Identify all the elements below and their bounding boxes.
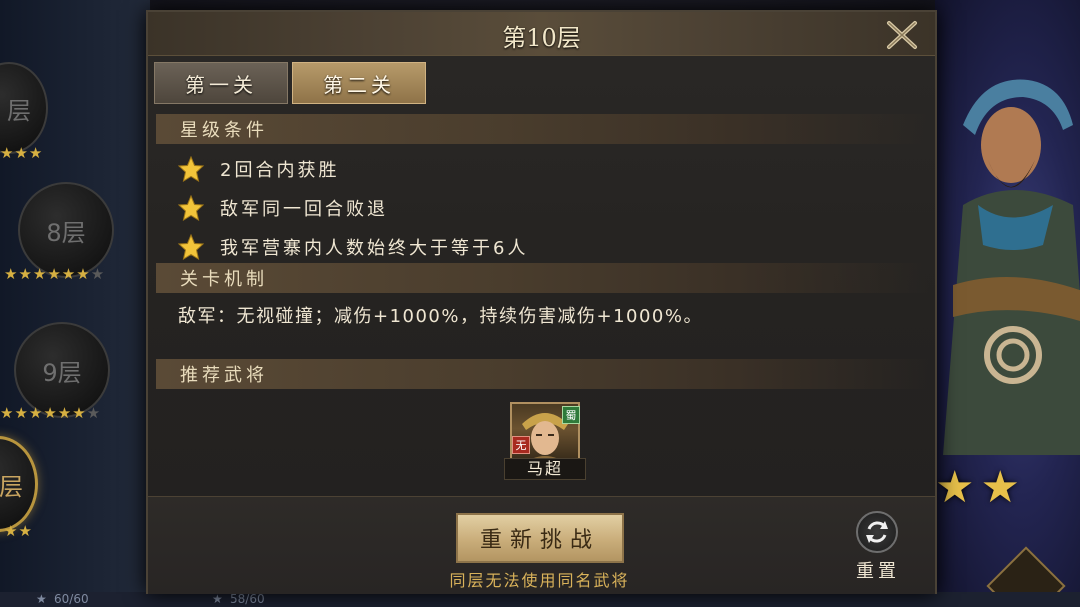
floor-detail-modal: 第10层 第一关 第二关 星级条件 2回合内获胜 敌军同一回合败退 我军营寨内人… <box>146 10 937 594</box>
modal-header: 第10层 <box>148 12 935 56</box>
retry-button[interactable]: 重新挑战 <box>456 513 624 563</box>
modal-title: 第10层 <box>502 24 581 52</box>
condition-text: 敌军同一回合败退 <box>220 199 388 220</box>
floor-node[interactable]: 8层 <box>18 182 114 278</box>
faction-badge: 蜀 <box>562 406 580 424</box>
score-star-icon: ★ <box>212 592 223 606</box>
score-star-icon: ★ <box>36 592 47 606</box>
level-stars-display: ★★ <box>935 462 1026 513</box>
floor-node[interactable]: 层 <box>0 62 48 154</box>
floor-label: 8层 <box>46 218 86 247</box>
tab-stage-1[interactable]: 第一关 <box>154 62 288 104</box>
recommended-hero-card[interactable]: 蜀 无 马超 <box>504 402 586 484</box>
hero-side-badge: 无 <box>512 436 530 454</box>
reset-label: 重置 <box>856 561 900 582</box>
condition-text: 2回合内获胜 <box>220 160 340 181</box>
hero-artwork <box>943 79 1080 455</box>
floor-node-current[interactable]: 层 <box>0 436 38 532</box>
close-icon[interactable] <box>885 20 919 50</box>
star-icon <box>178 156 204 182</box>
score-text: 58/60 <box>230 592 265 606</box>
floor-label: 9层 <box>42 358 82 387</box>
star-condition-row: 敌军同一回合败退 <box>178 193 388 223</box>
recommended-heroes-header: 推荐武将 <box>156 359 929 389</box>
floor-list-panel: 层 ★★★ 8层 ★★★★★★★ 9层 ★★★★★★★ 层 ★★ <box>0 0 150 607</box>
star-condition-row: 2回合内获胜 <box>178 154 339 184</box>
condition-text: 我军营寨内人数始终大于等于6人 <box>220 238 529 259</box>
bottom-score-strip: ★ 60/60 ★ 58/60 <box>0 592 1080 607</box>
reset-button[interactable]: 重置 <box>848 511 908 582</box>
star-condition-row: 我军营寨内人数始终大于等于6人 <box>178 232 528 262</box>
floor-stars: ★★★★★★★ <box>4 265 106 283</box>
star-icon <box>178 195 204 221</box>
stage-mechanic-header: 关卡机制 <box>156 263 929 293</box>
floor-stars: ★★★★★★★ <box>0 404 102 422</box>
mechanic-text: 敌军：无视碰撞；减伤+1000%，持续伤害减伤+1000%。 <box>178 306 703 327</box>
floor-label: 层 <box>7 96 31 125</box>
hero-name: 马超 <box>504 458 586 480</box>
floor-stars: ★★★ <box>0 144 44 162</box>
score-text: 60/60 <box>54 592 89 606</box>
modal-footer: 重新挑战 同层无法使用同名武将 重置 <box>148 496 935 594</box>
hero-artwork-panel <box>935 0 1080 607</box>
star-conditions-header: 星级条件 <box>156 114 929 144</box>
floor-label: 层 <box>0 472 23 501</box>
refresh-icon <box>856 511 898 553</box>
footer-note: 同层无法使用同名武将 <box>449 571 630 590</box>
floor-stars: ★★ <box>4 522 33 540</box>
star-icon <box>178 234 204 260</box>
tab-stage-2[interactable]: 第二关 <box>292 62 426 104</box>
